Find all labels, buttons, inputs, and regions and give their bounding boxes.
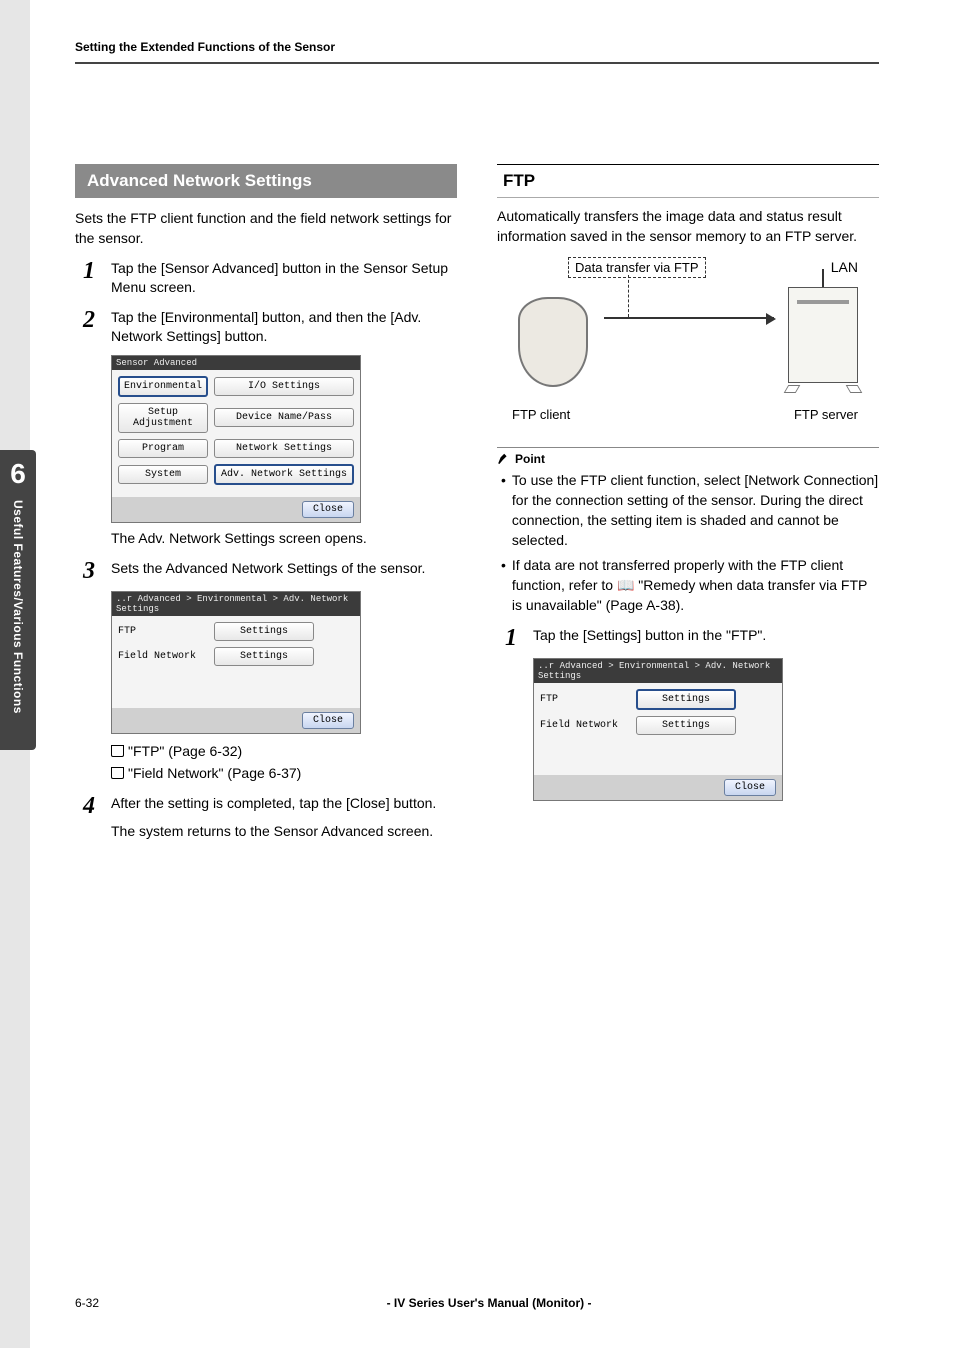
ui-btn-io-settings[interactable]: I/O Settings [214, 377, 354, 396]
ui-label-ftp: FTP [540, 694, 630, 705]
intro-text: Sets the FTP client function and the fie… [75, 208, 457, 249]
ui-tab-system[interactable]: System [118, 465, 208, 484]
xref-ftp: "FTP" (Page 6-32) [111, 740, 457, 762]
step-number: 1 [83, 259, 105, 283]
page-footer: 6-32 - IV Series User's Manual (Monitor)… [75, 1296, 879, 1310]
ui-btn-device-name[interactable]: Device Name/Pass [214, 408, 354, 427]
book-icon [111, 765, 128, 781]
ui-tab-environmental[interactable]: Environmental [118, 376, 208, 397]
step-2: 2 Tap the [Environmental] button, and th… [83, 308, 457, 347]
screenshot-adv-network-settings: ..r Advanced > Environmental > Adv. Netw… [111, 591, 361, 734]
step-text: Tap the [Environmental] button, and then… [111, 308, 457, 347]
diagram-vline [822, 269, 824, 287]
ftp-diagram: Data transfer via FTP LAN FTP client FTP… [508, 257, 868, 437]
diagram-client-caption: FTP client [512, 407, 570, 422]
page-number: 6-32 [75, 1296, 99, 1310]
ui-close-button[interactable]: Close [302, 501, 354, 518]
ui-btn-field-network-settings[interactable]: Settings [636, 716, 736, 735]
diagram-server-foot [784, 385, 801, 393]
diagram-dash-line [628, 275, 629, 317]
chapter-label: Useful Features/Various Functions [11, 500, 25, 714]
step-text: Tap the [Sensor Advanced] button in the … [111, 259, 457, 298]
page-content: Setting the Extended Functions of the Se… [75, 40, 879, 842]
ui-titlebar: ..r Advanced > Environmental > Adv. Netw… [112, 592, 360, 616]
book-icon [111, 743, 128, 759]
ui-titlebar: ..r Advanced > Environmental > Adv. Netw… [534, 659, 782, 683]
point-bullet: If data are not transferred properly wit… [501, 555, 879, 616]
step-4: 4 After the setting is completed, tap th… [83, 794, 457, 818]
running-header: Setting the Extended Functions of the Se… [75, 40, 879, 64]
ui-btn-ftp-settings[interactable]: Settings [636, 689, 736, 710]
ui-titlebar: Sensor Advanced [112, 356, 360, 370]
ui-close-button[interactable]: Close [724, 779, 776, 796]
ui-label-field-network: Field Network [540, 720, 630, 731]
point-bullet: To use the FTP client function, select [… [501, 470, 879, 551]
step-note: The Adv. Network Settings screen opens. [111, 529, 457, 549]
ui-label-field-network: Field Network [118, 651, 208, 662]
point-label: Point [515, 452, 545, 466]
point-block: Point To use the FTP client function, se… [497, 447, 879, 616]
sub-heading-ftp: FTP [497, 164, 879, 198]
step-number: 4 [83, 794, 105, 818]
xref-text: "FTP" (Page 6-32) [128, 743, 242, 759]
ui-btn-adv-network[interactable]: Adv. Network Settings [214, 464, 354, 485]
ui-tab-program[interactable]: Program [118, 439, 208, 458]
diagram-arrow [604, 317, 774, 319]
ui-tab-setup-adjustment[interactable]: Setup Adjustment [118, 403, 208, 433]
step-text: Sets the Advanced Network Settings of th… [111, 559, 457, 579]
step-3: 3 Sets the Advanced Network Settings of … [83, 559, 457, 583]
xref-text: "Field Network" (Page 6-37) [128, 765, 301, 781]
section-banner: Advanced Network Settings [75, 164, 457, 198]
diagram-lan-label: LAN [831, 259, 858, 275]
ui-label-ftp: FTP [118, 626, 208, 637]
ui-btn-network-settings[interactable]: Network Settings [214, 439, 354, 458]
ui-btn-field-network-settings[interactable]: Settings [214, 647, 314, 666]
screenshot-sensor-advanced: Sensor Advanced Environmental I/O Settin… [111, 355, 361, 523]
step-number: 3 [83, 559, 105, 583]
bullet-text: If data are not transferred properly wit… [512, 555, 879, 616]
right-column: FTP Automatically transfers the image da… [497, 164, 879, 842]
diagram-client-icon [518, 297, 588, 387]
diagram-server-icon [788, 287, 858, 383]
step-note: The system returns to the Sensor Advance… [111, 822, 457, 842]
screenshot-ftp-settings: ..r Advanced > Environmental > Adv. Netw… [533, 658, 783, 801]
ui-btn-ftp-settings[interactable]: Settings [214, 622, 314, 641]
chapter-number: 6 [0, 450, 36, 490]
ftp-intro: Automatically transfers the image data a… [497, 206, 879, 247]
step-number: 2 [83, 308, 105, 332]
footer-title: - IV Series User's Manual (Monitor) - [387, 1296, 592, 1310]
step-number: 1 [505, 626, 527, 650]
xref-field-network: "Field Network" (Page 6-37) [111, 762, 457, 784]
bullet-text: To use the FTP client function, select [… [512, 470, 879, 551]
chapter-tab: 6 Useful Features/Various Functions [0, 450, 36, 750]
step-1: 1 Tap the [Sensor Advanced] button in th… [83, 259, 457, 298]
step-text: Tap the [Settings] button in the "FTP". [533, 626, 879, 646]
diagram-server-caption: FTP server [794, 407, 858, 422]
ui-close-button[interactable]: Close [302, 712, 354, 729]
diagram-transfer-label: Data transfer via FTP [568, 257, 706, 278]
step-text: After the setting is completed, tap the … [111, 794, 457, 814]
right-step-1: 1 Tap the [Settings] button in the "FTP"… [505, 626, 879, 650]
left-column: Advanced Network Settings Sets the FTP c… [75, 164, 457, 842]
diagram-server-foot [846, 385, 863, 393]
pen-icon [497, 453, 509, 465]
